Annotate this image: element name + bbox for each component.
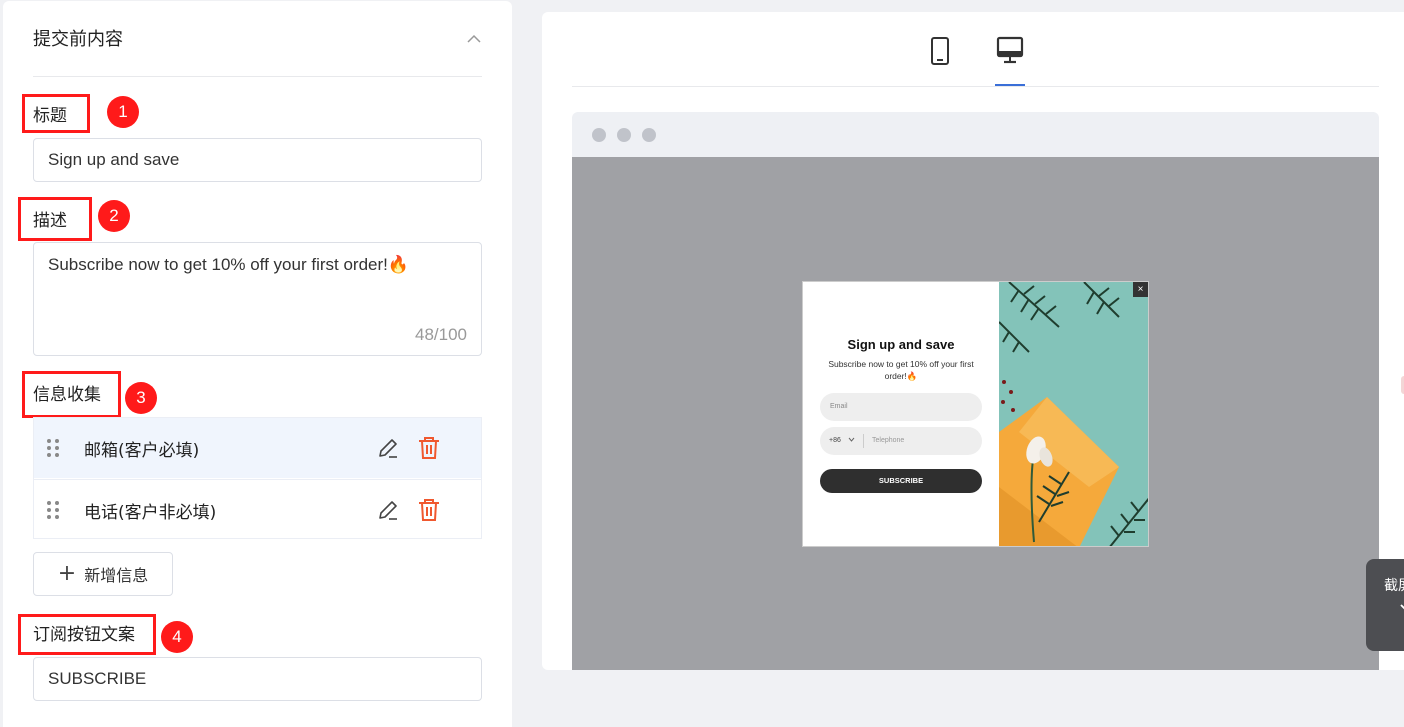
popup-email-field[interactable]: Email: [820, 393, 982, 421]
description-label: 描述: [33, 211, 67, 231]
drag-handle-icon[interactable]: [46, 438, 60, 458]
plus-icon: +: [57, 561, 77, 586]
button-text-label: 订阅按钮文案: [33, 625, 135, 645]
active-device-indicator: [995, 84, 1025, 86]
popup-title: Sign up and save: [847, 337, 955, 352]
desktop-icon[interactable]: [995, 34, 1025, 68]
drag-handle-icon[interactable]: [46, 500, 60, 520]
chevron-down-icon: [848, 437, 855, 442]
description-textarea[interactable]: Subscribe now to get 10% off your first …: [33, 242, 482, 356]
info-item-label: 电话(客户非必填): [84, 503, 217, 523]
annotation-badge-1: 1: [107, 96, 139, 128]
annotation-badge-2: 2: [98, 200, 130, 232]
subscribe-popup: Sign up and save Subscribe now to get 10…: [802, 281, 1149, 547]
device-switcher: [572, 12, 1379, 87]
screenshot-label: 截屏: [1384, 578, 1404, 594]
preview-panel: Sign up and save Subscribe now to get 10…: [542, 12, 1404, 670]
title-input[interactable]: Sign up and save: [33, 138, 482, 182]
popup-content: Sign up and save Subscribe now to get 10…: [803, 282, 999, 546]
telephone-placeholder: Telephone: [872, 437, 905, 444]
edit-icon[interactable]: [377, 499, 399, 521]
list-item[interactable]: 邮箱(客户必填): [34, 418, 481, 478]
mobile-icon[interactable]: [925, 34, 955, 68]
button-text-input[interactable]: SUBSCRIBE: [33, 657, 482, 701]
add-info-label: 新增信息: [84, 566, 149, 585]
browser-preview: Sign up and save Subscribe now to get 10…: [572, 112, 1379, 670]
section-title: 提交前内容: [33, 29, 123, 50]
chevron-down-icon[interactable]: [1400, 603, 1404, 613]
add-info-button[interactable]: + 新增信息: [33, 552, 173, 596]
annotation-badge-3: 3: [125, 382, 157, 414]
country-code[interactable]: +86: [829, 437, 841, 444]
window-dot: [642, 128, 656, 142]
trash-icon[interactable]: [418, 498, 440, 522]
info-collection-label: 信息收集: [33, 385, 101, 405]
close-icon[interactable]: ×: [1133, 282, 1148, 297]
envelope-image: [999, 282, 1148, 546]
settings-panel: 提交前内容 标题 1 Sign up and save 描述 2 Subscri…: [3, 1, 512, 727]
list-item[interactable]: 电话(客户非必填): [34, 479, 481, 539]
preview-overlay: Sign up and save Subscribe now to get 10…: [572, 157, 1379, 670]
popup-phone-field[interactable]: +86 Telephone: [820, 427, 982, 455]
description-text: Subscribe now to get 10% off your first …: [48, 255, 410, 274]
annotation-badge-4: 4: [161, 621, 193, 653]
info-collection-list: 邮箱(客户必填) 电话(客户非必填): [33, 417, 482, 539]
trash-icon[interactable]: [418, 436, 440, 460]
character-counter: 48/100: [415, 325, 467, 344]
section-header[interactable]: 提交前内容: [33, 27, 482, 77]
title-label: 标题: [33, 106, 67, 126]
chevron-up-icon[interactable]: [466, 31, 482, 47]
window-dot: [617, 128, 631, 142]
browser-titlebar: [572, 112, 1379, 157]
screenshot-widget[interactable]: 截屏: [1366, 559, 1404, 651]
edit-icon[interactable]: [377, 437, 399, 459]
popup-subscribe-button[interactable]: SUBSCRIBE: [820, 469, 982, 493]
divider: [863, 434, 864, 448]
window-dot: [592, 128, 606, 142]
info-item-label: 邮箱(客户必填): [84, 441, 200, 461]
popup-description: Subscribe now to get 10% off your first …: [828, 359, 974, 381]
